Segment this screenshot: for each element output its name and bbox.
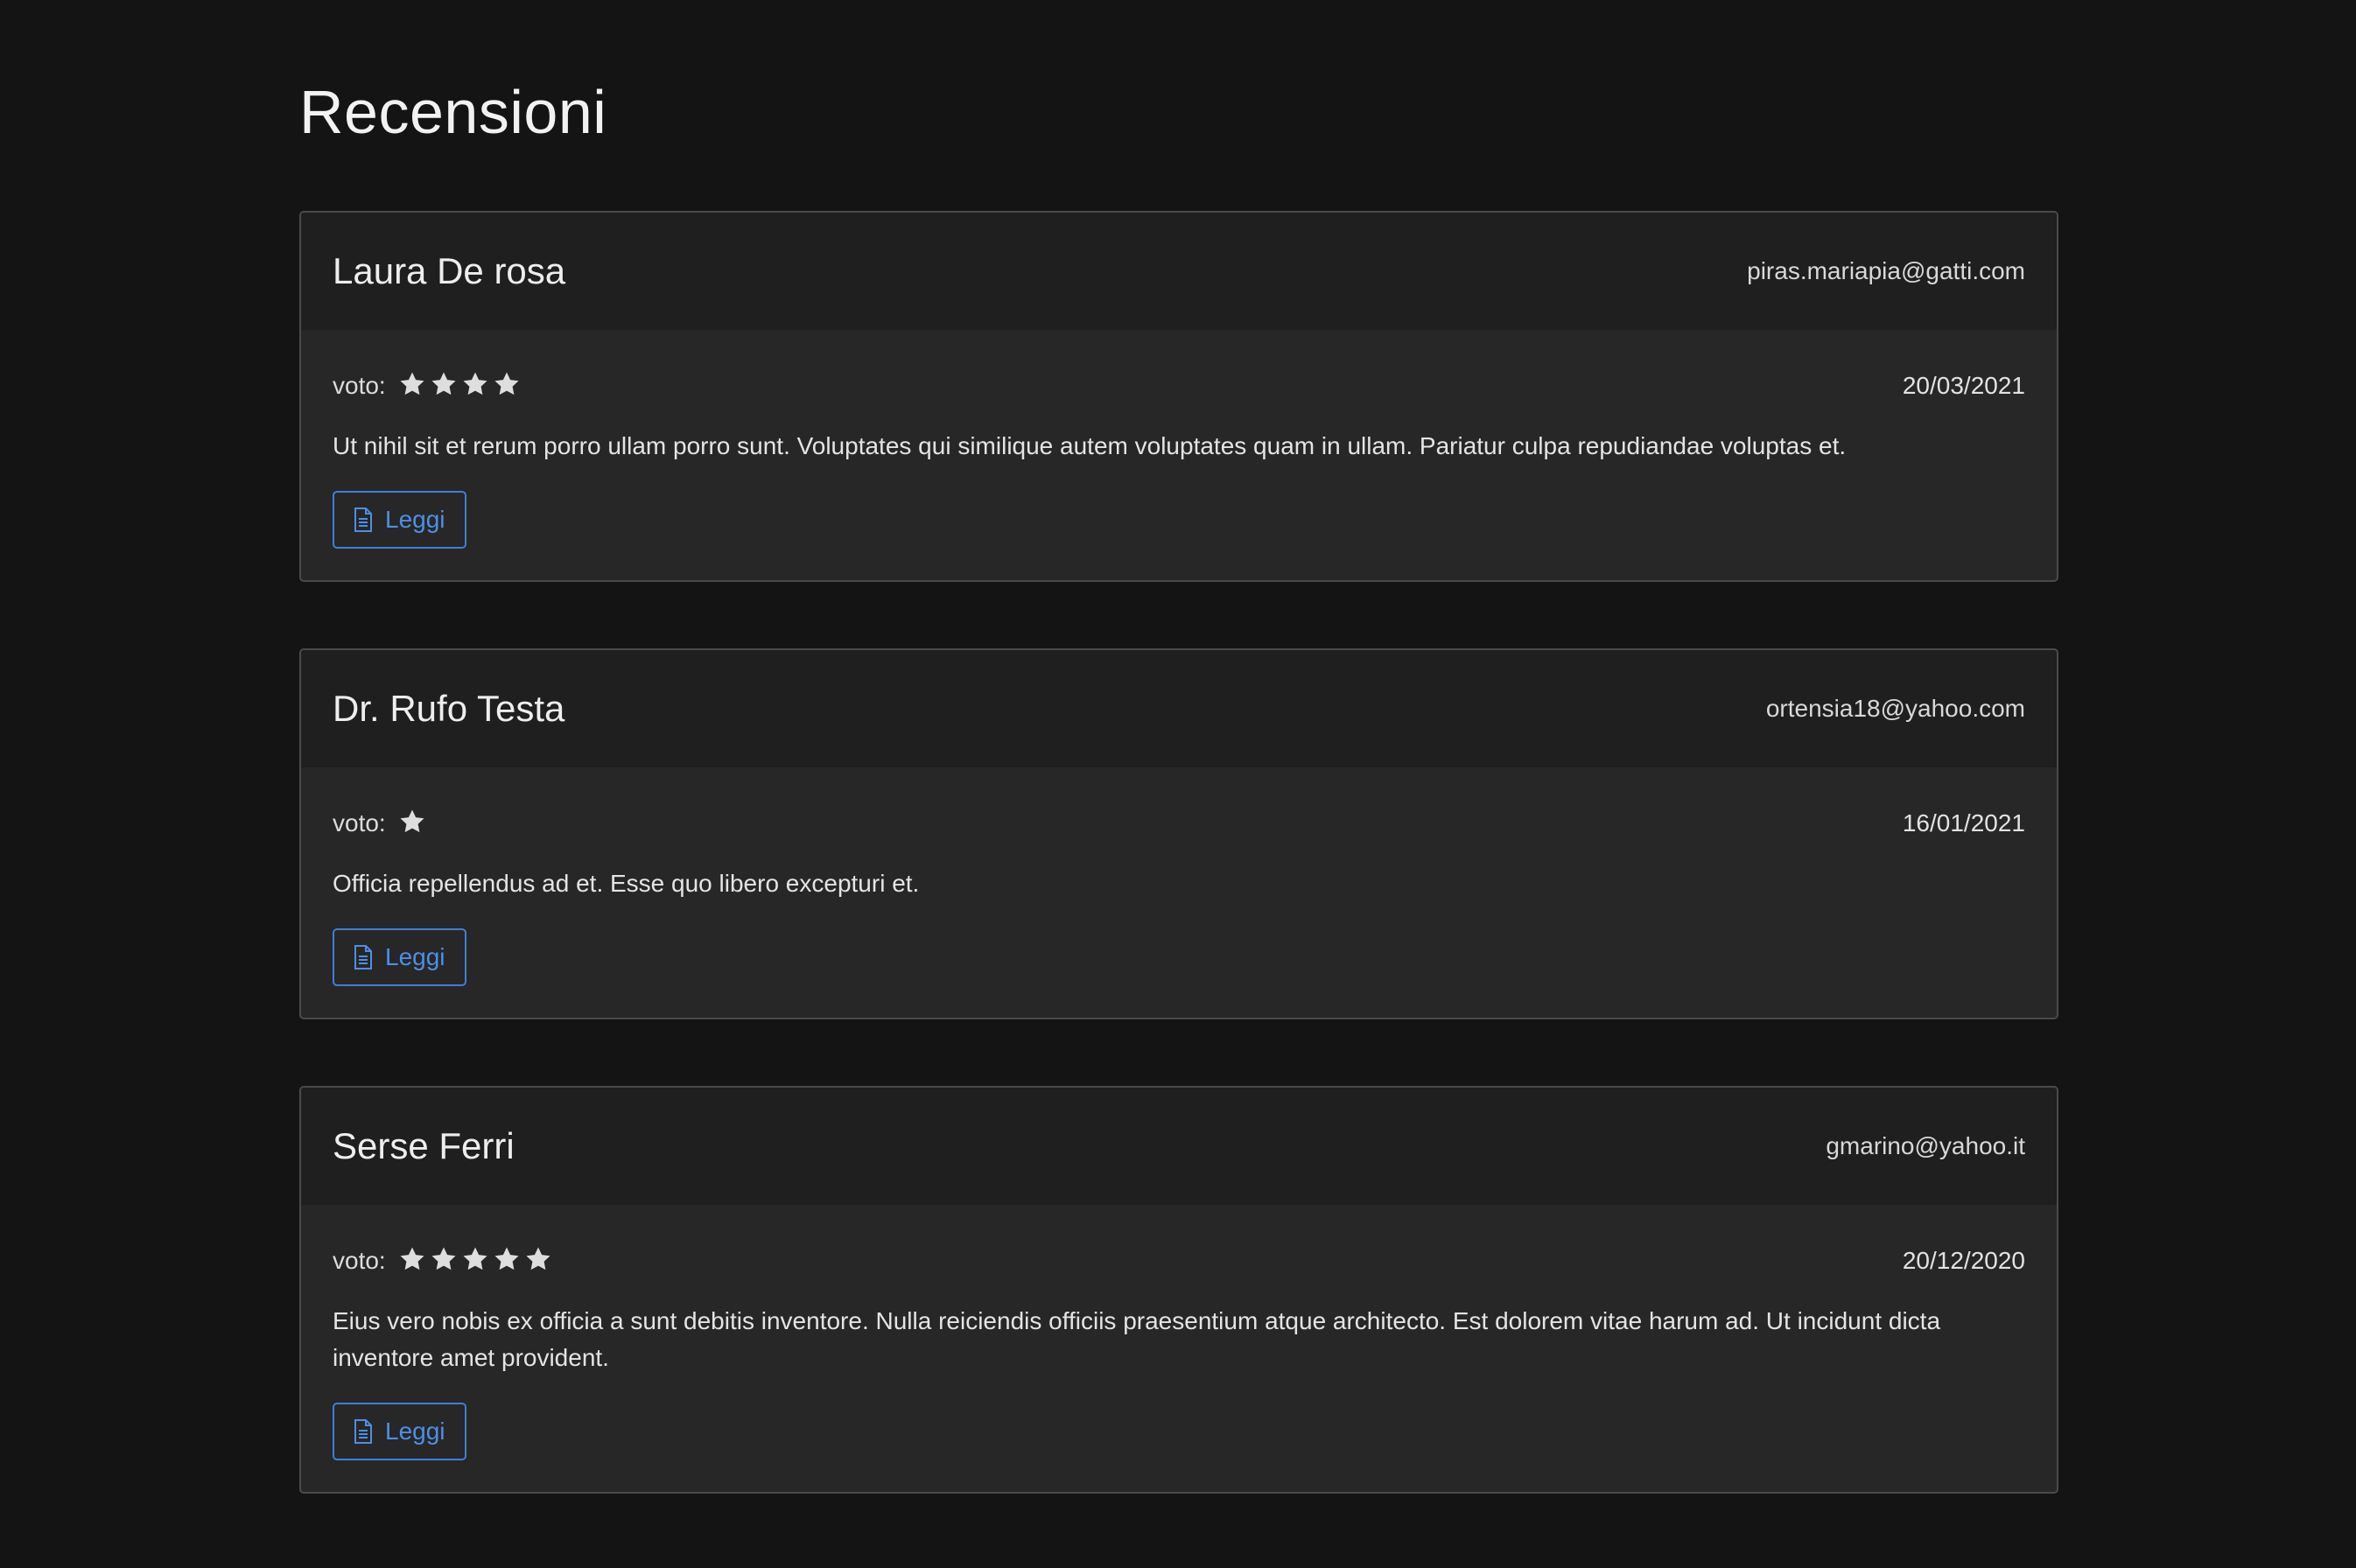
- star-icon: [461, 370, 489, 398]
- review-text: Ut nihil sit et rerum porro ullam porro …: [333, 432, 1847, 459]
- review-card-header: Dr. Rufo Testa ortensia18@yahoo.com: [301, 650, 2057, 767]
- rating: voto:: [333, 808, 430, 840]
- review-list: Laura De rosa piras.mariapia@gatti.com v…: [299, 211, 2058, 1560]
- page-title: Recensioni: [299, 78, 607, 146]
- reviewer-email: ortensia18@yahoo.com: [1765, 695, 2025, 722]
- file-text-icon: [354, 945, 373, 970]
- star-icon: [493, 370, 521, 398]
- rating-label: voto:: [333, 1247, 386, 1274]
- reviewer-name: Laura De rosa: [333, 250, 566, 291]
- review-card: Dr. Rufo Testa ortensia18@yahoo.com voto…: [299, 648, 2058, 1019]
- reviewer-email: gmarino@yahoo.it: [1826, 1132, 2025, 1159]
- star-icon: [461, 1245, 489, 1273]
- star-rating: [398, 1245, 556, 1278]
- rating: voto:: [333, 370, 524, 402]
- star-icon: [398, 370, 426, 398]
- rating-label: voto:: [333, 809, 386, 836]
- review-meta: voto: 20/03/2021: [333, 370, 2025, 402]
- review-date: 20/12/2020: [1902, 1247, 2025, 1274]
- review-text: Officia repellendus ad et. Esse quo libe…: [333, 870, 920, 897]
- read-button-label: Leggi: [385, 506, 445, 533]
- review-card: Serse Ferri gmarino@yahoo.it voto: 20/12…: [299, 1086, 2058, 1494]
- star-icon: [524, 1245, 552, 1273]
- review-card-body: voto: 16/01/2021 Officia repellendus ad …: [301, 767, 2057, 1018]
- review-card-header: Serse Ferri gmarino@yahoo.it: [301, 1088, 2057, 1205]
- read-review-button[interactable]: Leggi: [333, 1403, 466, 1460]
- star-icon: [430, 1245, 458, 1273]
- review-date: 16/01/2021: [1902, 809, 2025, 836]
- reviewer-name: Dr. Rufo Testa: [333, 688, 565, 729]
- review-meta: voto: 16/01/2021: [333, 808, 2025, 839]
- star-icon: [430, 370, 458, 398]
- file-text-icon: [354, 1419, 373, 1444]
- read-button-label: Leggi: [385, 1418, 445, 1445]
- star-icon: [493, 1245, 521, 1273]
- reviewer-name: Serse Ferri: [333, 1125, 515, 1166]
- review-card-header: Laura De rosa piras.mariapia@gatti.com: [301, 213, 2057, 330]
- read-button-label: Leggi: [385, 943, 445, 970]
- review-card-body: voto: 20/12/2020 Eius vero nobis ex offi…: [301, 1205, 2057, 1492]
- read-review-button[interactable]: Leggi: [333, 928, 466, 986]
- review-text: Eius vero nobis ex officia a sunt debiti…: [333, 1307, 1941, 1371]
- star-rating: [398, 370, 524, 402]
- star-icon: [398, 1245, 426, 1273]
- review-card: Laura De rosa piras.mariapia@gatti.com v…: [299, 211, 2058, 582]
- reviewer-email: piras.mariapia@gatti.com: [1747, 257, 2025, 284]
- review-meta: voto: 20/12/2020: [333, 1245, 2025, 1277]
- rating: voto:: [333, 1245, 556, 1278]
- rating-label: voto:: [333, 372, 386, 399]
- file-text-icon: [354, 508, 373, 532]
- star-rating: [398, 808, 430, 840]
- reviews-page: Recensioni Laura De rosa piras.mariapia@…: [0, 0, 2356, 1568]
- review-card-body: voto: 20/03/2021 Ut nihil sit et rerum p…: [301, 330, 2057, 580]
- star-icon: [398, 808, 426, 836]
- read-review-button[interactable]: Leggi: [333, 491, 466, 549]
- review-date: 20/03/2021: [1902, 372, 2025, 399]
